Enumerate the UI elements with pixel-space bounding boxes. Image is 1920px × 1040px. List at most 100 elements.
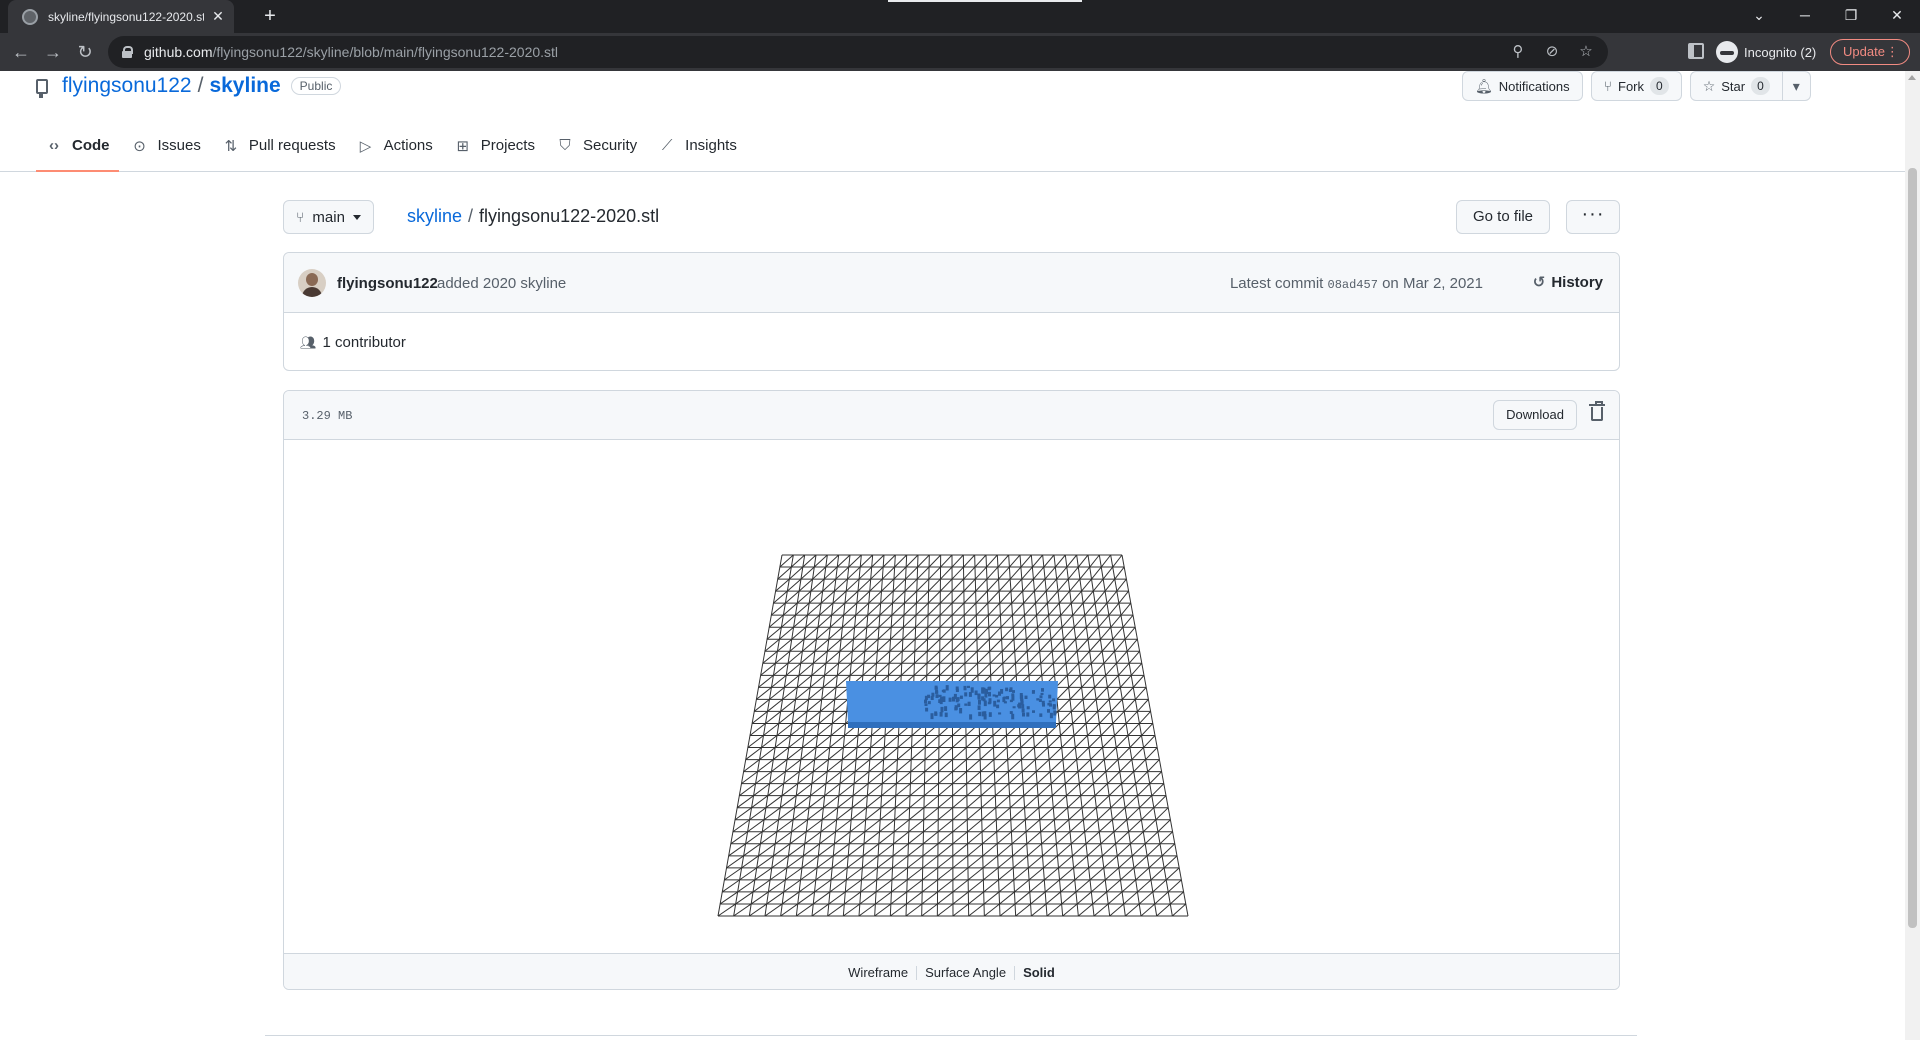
grid-line <box>767 699 783 712</box>
fork-button[interactable]: ⑂ Fork 0 <box>1590 71 1682 101</box>
grid-line <box>964 614 977 628</box>
repo-name-link[interactable]: skyline <box>209 74 280 98</box>
grid-line <box>901 638 916 652</box>
grid-line <box>1101 638 1114 652</box>
grid-line <box>826 759 843 772</box>
skyline-bar <box>954 707 958 711</box>
grid-line <box>1115 735 1129 748</box>
tracking-blocked-icon[interactable]: ⊘ <box>1544 43 1560 61</box>
tab-actions[interactable]: ▷ Actions <box>348 119 442 172</box>
scrollbar-thumb[interactable] <box>1908 168 1917 928</box>
tab-code[interactable]: ‹› Code <box>36 119 119 172</box>
mode-solid[interactable]: Solid <box>1014 965 1063 980</box>
address-bar[interactable]: github.com/flyingsonu122/skyline/blob/ma… <box>108 36 1608 68</box>
minimize-button[interactable]: ─ <box>1782 0 1828 33</box>
tab-insights[interactable]: ⟋ Insights <box>649 119 746 172</box>
skyline-bar <box>939 712 943 717</box>
grid-line <box>1060 879 1076 893</box>
reload-icon[interactable]: ↻ <box>74 41 96 63</box>
star-button[interactable]: ☆ Star 0 <box>1689 71 1783 101</box>
bookmark-star-icon[interactable]: ☆ <box>1578 43 1594 61</box>
mode-wireframe[interactable]: Wireframe <box>840 965 916 980</box>
back-arrow-icon[interactable]: ← <box>10 41 32 63</box>
grid-line <box>1120 867 1135 881</box>
grid-line <box>1003 662 1016 676</box>
grid-line <box>1011 590 1024 604</box>
skyline-bar <box>1011 695 1015 701</box>
grid-line <box>859 554 874 568</box>
tab-security[interactable]: ⛉ Security <box>547 119 646 172</box>
grid-line <box>1031 903 1047 917</box>
grid-line <box>829 735 845 748</box>
grid-line <box>980 783 996 797</box>
grid-line <box>796 903 814 917</box>
grid-line <box>825 650 841 664</box>
skyline-bar <box>1031 690 1035 694</box>
grid-line <box>789 638 805 652</box>
commit-date: on Mar 2, 2021 <box>1382 275 1483 292</box>
grid-line <box>1056 566 1068 580</box>
breadcrumb-file-name: flyingsonu122-2020.stl <box>479 206 660 226</box>
contributors-link[interactable]: 👥︎ 1 contributor <box>300 334 406 351</box>
download-button[interactable]: Download <box>1493 400 1577 430</box>
grid-line <box>952 807 968 821</box>
notifications-button[interactable]: 🔔︎ Notifications <box>1462 71 1583 101</box>
go-to-file-button[interactable]: Go to file <box>1456 200 1551 234</box>
commit-author-link[interactable]: flyingsonu122 <box>337 275 438 292</box>
grid-line <box>1133 855 1148 869</box>
grid-line <box>1075 626 1087 640</box>
forward-arrow-icon[interactable]: → <box>42 41 64 63</box>
stl-3d-viewer[interactable] <box>284 440 1619 953</box>
grid-line <box>850 807 867 821</box>
restore-button[interactable]: ❐ <box>1828 0 1874 33</box>
tab-projects[interactable]: ⊞ Projects <box>445 119 544 172</box>
tab-issues[interactable]: ⊙ Issues <box>122 119 210 172</box>
grid-line <box>1094 590 1106 604</box>
grid-line <box>758 843 776 857</box>
grid-line <box>858 566 873 580</box>
star-list-dropdown[interactable]: ▾ <box>1782 71 1811 101</box>
side-panel-icon[interactable] <box>1688 43 1704 59</box>
close-tab-icon[interactable]: ✕ <box>210 8 226 25</box>
browser-tab[interactable]: skyline/flyingsonu122-2020.stl at ✕ <box>8 0 234 33</box>
grid-line <box>975 590 988 604</box>
incognito-indicator[interactable]: Incognito (2) <box>1716 38 1816 66</box>
grid-line <box>951 578 965 592</box>
grid-line <box>963 602 977 616</box>
grid-line <box>1012 614 1025 628</box>
tab-search-icon[interactable]: ⌄ <box>1736 0 1782 33</box>
skyline-bar <box>940 706 944 713</box>
grid-line <box>785 759 802 772</box>
breadcrumb-repo-link[interactable]: skyline <box>407 206 462 227</box>
branch-name: main <box>312 208 345 226</box>
branch-selector-button[interactable]: ⑂ main <box>283 200 374 234</box>
grid-line <box>951 626 965 640</box>
repo-nav-tabs: ‹› Code ⊙ Issues ⇅ Pull requests ▷ Actio… <box>36 119 749 172</box>
more-options-button[interactable]: ··· <box>1566 200 1620 234</box>
grid-line <box>1050 626 1063 640</box>
commit-sha-link[interactable]: 08ad457 <box>1328 278 1378 292</box>
grid-line <box>1112 711 1125 724</box>
trash-icon[interactable] <box>1589 401 1605 421</box>
grid-line <box>1024 807 1040 821</box>
grid-line <box>769 867 788 881</box>
mode-surface-angle[interactable]: Surface Angle <box>916 965 1014 980</box>
close-window-button[interactable]: ✕ <box>1874 0 1920 33</box>
update-button[interactable]: Update ⋮ <box>1830 39 1910 65</box>
history-link[interactable]: ↺ History <box>1533 273 1603 292</box>
grid-line <box>863 831 880 845</box>
new-tab-button[interactable]: + <box>258 5 282 29</box>
repo-owner-link[interactable]: flyingsonu122 <box>62 74 192 98</box>
grid-line <box>1108 783 1122 797</box>
grid-line <box>902 626 916 640</box>
grid-line <box>1100 831 1115 845</box>
commit-message-link[interactable]: added 2020 skyline <box>437 275 566 292</box>
grid-line <box>951 662 966 676</box>
zoom-icon[interactable]: ⚲ <box>1510 43 1526 61</box>
grid-line <box>964 662 978 676</box>
tab-pull-requests[interactable]: ⇅ Pull requests <box>213 119 345 172</box>
scroll-up-arrow-icon[interactable] <box>1908 75 1916 80</box>
grid-line <box>749 723 766 736</box>
avatar[interactable] <box>298 269 326 297</box>
skyline-bar <box>944 712 948 718</box>
